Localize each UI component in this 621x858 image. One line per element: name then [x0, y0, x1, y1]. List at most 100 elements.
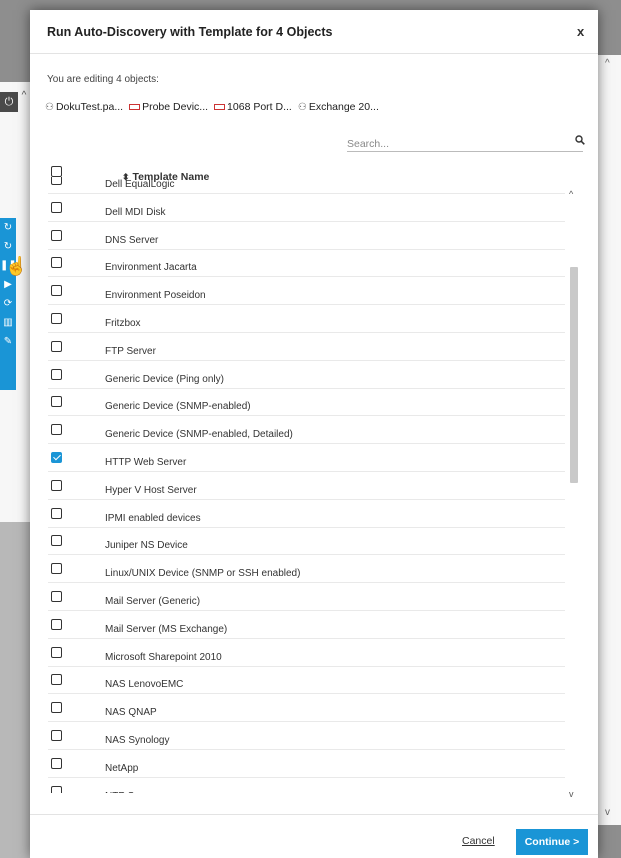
template-name: FTP Server: [105, 345, 156, 357]
template-name: Juniper NS Device: [105, 540, 188, 552]
sync-icon[interactable]: ⟳: [0, 294, 16, 313]
template-name: Generic Device (SNMP-enabled, Detailed): [105, 429, 293, 441]
template-name: NAS Synology: [105, 735, 170, 746]
template-row[interactable]: Juniper NS Device: [48, 528, 565, 556]
template-row[interactable]: DNS Server: [48, 223, 565, 250]
template-checkbox[interactable]: [51, 424, 62, 436]
scroll-up-icon[interactable]: ^: [18, 90, 30, 104]
object-item[interactable]: Probe Devic...: [129, 101, 208, 113]
scroll-up-icon[interactable]: ^: [605, 58, 610, 69]
template-checkbox[interactable]: [51, 396, 62, 408]
template-checkbox[interactable]: [51, 702, 62, 714]
template-name: Microsoft Sharepoint 2010: [105, 651, 222, 663]
template-row[interactable]: Generic Device (SNMP-enabled): [48, 389, 565, 417]
group-icon: ⚇: [45, 101, 54, 113]
template-name: Dell MDI Disk: [105, 206, 166, 218]
close-button[interactable]: x: [577, 24, 584, 39]
template-row[interactable]: NAS Synology: [48, 723, 565, 750]
object-item[interactable]: ⚇ DokuTest.pa...: [45, 101, 123, 113]
template-name: Mail Server (MS Exchange): [105, 623, 228, 635]
search-box: [347, 134, 585, 152]
scroll-down-icon[interactable]: v: [605, 807, 610, 818]
template-row[interactable]: IPMI enabled devices: [48, 501, 565, 528]
template-name: Linux/UNIX Device (SNMP or SSH enabled): [105, 568, 301, 580]
template-name: Fritzbox: [105, 318, 141, 329]
template-name: Generic Device (Ping only): [105, 373, 224, 385]
template-row[interactable]: NetApp: [48, 751, 565, 778]
template-row[interactable]: Dell EqualLogic: [48, 177, 565, 194]
template-checkbox[interactable]: [51, 507, 62, 519]
template-checkbox[interactable]: [51, 479, 62, 491]
play-icon[interactable]: ▶: [0, 275, 16, 294]
template-checkbox[interactable]: [51, 340, 62, 352]
object-item[interactable]: 1068 Port D...: [214, 101, 292, 113]
template-row[interactable]: Dell MDI Disk: [48, 195, 565, 222]
search-input[interactable]: [347, 136, 557, 152]
template-row[interactable]: Fritzbox: [48, 306, 565, 333]
template-row[interactable]: HTTP Web Server: [48, 445, 565, 472]
template-checkbox[interactable]: [51, 618, 62, 630]
template-row[interactable]: NAS QNAP: [48, 695, 565, 723]
template-checkbox[interactable]: [51, 674, 62, 686]
template-checkbox[interactable]: [51, 591, 62, 602]
template-row[interactable]: NTP Server: [48, 779, 565, 793]
dialog-footer: Cancel Continue >: [30, 814, 598, 858]
continue-button[interactable]: Continue >: [516, 829, 588, 855]
template-row[interactable]: Linux/UNIX Device (SNMP or SSH enabled): [48, 556, 565, 584]
template-row[interactable]: Environment Poseidon: [48, 278, 565, 306]
template-name: Environment Jacarta: [105, 262, 197, 274]
template-row[interactable]: Environment Jacarta: [48, 250, 565, 278]
wrench-icon[interactable]: ✎: [0, 332, 16, 351]
template-checkbox[interactable]: [51, 177, 62, 185]
dialog-title: Run Auto-Discovery with Template for 4 O…: [47, 25, 333, 39]
object-label: 1068 Port D...: [227, 101, 292, 113]
refresh-icon[interactable]: ↻: [0, 218, 16, 237]
template-checkbox[interactable]: [51, 563, 62, 575]
list-scrollbar[interactable]: ^ v: [568, 189, 580, 801]
template-checkbox[interactable]: [51, 452, 62, 463]
template-checkbox[interactable]: [51, 535, 62, 547]
object-label: Exchange 20...: [308, 101, 379, 113]
scroll-up-icon[interactable]: ^: [569, 189, 573, 199]
template-checkbox[interactable]: [51, 785, 62, 793]
template-checkbox[interactable]: [51, 257, 62, 269]
group-icon: ⚇: [297, 101, 307, 113]
template-name: Dell EqualLogic: [105, 179, 175, 190]
object-list: ⚇ DokuTest.pa... Probe Devic... 1068 Por…: [45, 101, 379, 113]
template-checkbox[interactable]: [51, 757, 62, 769]
template-checkbox[interactable]: [51, 368, 62, 380]
select-all-checkbox[interactable]: [51, 166, 62, 177]
template-list: Dell EqualLogic Dell MDI Disk DNS Server En…: [48, 177, 582, 793]
scroll-down-icon[interactable]: v: [569, 789, 574, 799]
template-row[interactable]: Mail Server (Generic): [48, 584, 565, 611]
template-checkbox[interactable]: [51, 229, 62, 241]
template-checkbox[interactable]: [51, 201, 62, 213]
template-row[interactable]: Mail Server (MS Exchange): [48, 612, 565, 639]
device-icon: [214, 104, 226, 110]
page-scrollbar[interactable]: ^ v: [597, 55, 621, 825]
template-row[interactable]: FTP Server: [48, 334, 565, 361]
refresh-icon[interactable]: ↻: [0, 237, 16, 256]
cancel-button[interactable]: Cancel: [462, 835, 495, 847]
template-name: IPMI enabled devices: [105, 512, 201, 524]
editing-label: You are editing 4 objects:: [47, 74, 159, 85]
template-name: Environment Poseidon: [105, 290, 206, 302]
template-checkbox[interactable]: [51, 730, 62, 741]
template-name: NAS QNAP: [105, 707, 157, 719]
template-row[interactable]: Generic Device (SNMP-enabled, Detailed): [48, 417, 565, 445]
template-checkbox[interactable]: [51, 646, 62, 658]
delete-icon[interactable]: ▥: [0, 313, 16, 332]
template-row[interactable]: Hyper V Host Server: [48, 473, 565, 500]
template-row[interactable]: Generic Device (Ping only): [48, 362, 565, 389]
scrollbar-thumb[interactable]: [570, 267, 578, 483]
template-name: DNS Server: [105, 234, 159, 246]
template-row[interactable]: NAS LenovoEMC: [48, 667, 565, 695]
template-checkbox[interactable]: [51, 285, 62, 297]
power-icon[interactable]: ⏻: [0, 92, 18, 112]
template-row[interactable]: Microsoft Sharepoint 2010: [48, 640, 565, 667]
auto-discovery-dialog: Run Auto-Discovery with Template for 4 O…: [30, 10, 598, 858]
search-icon[interactable]: [575, 135, 585, 145]
object-item[interactable]: ⚇ Exchange 20...: [298, 101, 379, 113]
template-checkbox[interactable]: [51, 313, 62, 324]
template-name: HTTP Web Server: [105, 457, 187, 468]
